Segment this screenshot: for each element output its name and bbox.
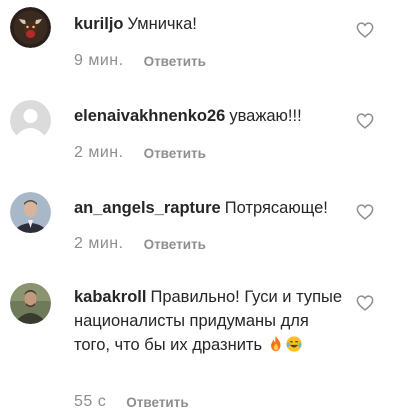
- comment-body: Потрясающе!: [224, 199, 328, 217]
- comment-meta: 55 с Ответить: [74, 392, 189, 412]
- man-in-suit-avatar[interactable]: [10, 192, 51, 233]
- default-user-avatar[interactable]: [10, 100, 51, 141]
- comment-username[interactable]: kuriljo: [74, 15, 124, 33]
- fire-emoji: [267, 335, 285, 353]
- comment-meta: 9 мин. Ответить: [74, 51, 206, 71]
- comment-username[interactable]: an_angels_rapture: [74, 199, 221, 217]
- heart-outline-icon[interactable]: [356, 204, 374, 220]
- heart-outline-icon[interactable]: [356, 113, 374, 129]
- reply-button[interactable]: Ответить: [144, 237, 206, 252]
- comment-text: an_angels_rapture Потрясающе!: [74, 196, 344, 220]
- heart-outline-icon[interactable]: [356, 22, 374, 38]
- comment-text: elenaivakhnenko26 уважаю!!!: [74, 104, 344, 128]
- reply-button[interactable]: Ответить: [126, 395, 188, 410]
- comment-username[interactable]: elenaivakhnenko26: [74, 107, 225, 125]
- heart-outline-icon[interactable]: [356, 295, 374, 311]
- man-photo-avatar[interactable]: [10, 283, 51, 324]
- bull-logo-avatar[interactable]: [10, 7, 51, 48]
- comment-time[interactable]: 2 мин.: [74, 235, 124, 253]
- comment-meta: 2 мин. Ответить: [74, 143, 206, 163]
- comment-time[interactable]: 2 мин.: [74, 144, 124, 162]
- reply-button[interactable]: Ответить: [144, 146, 206, 161]
- comment-meta: 2 мин. Ответить: [74, 234, 206, 254]
- reply-button[interactable]: Ответить: [144, 54, 206, 69]
- comment-body: Умничка!: [127, 15, 197, 33]
- comment-text: kuriljo Умничка!: [74, 12, 344, 36]
- tears-of-joy-emoji: [285, 335, 303, 353]
- comment-username[interactable]: kabakroll: [74, 288, 146, 306]
- comment-time[interactable]: 9 мин.: [74, 52, 124, 70]
- comment-body: уважаю!!!: [229, 107, 302, 125]
- comment-text: kabakroll Правильно! Гуси и тупые национа…: [74, 285, 344, 357]
- comment-time[interactable]: 55 с: [74, 393, 106, 411]
